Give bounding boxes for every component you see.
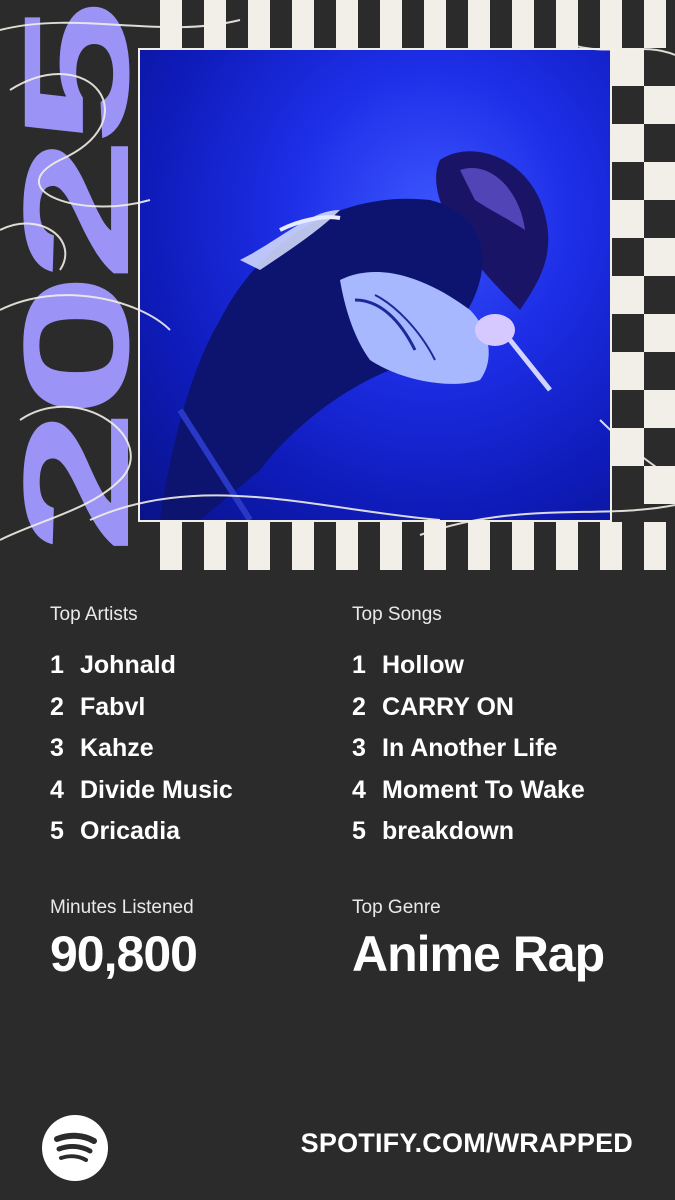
minutes-label: Minutes Listened xyxy=(50,897,194,918)
header-art: 2025 xyxy=(0,0,675,570)
top-artists-label: Top Artists xyxy=(50,604,138,625)
rank-number: 4 xyxy=(352,775,366,804)
list-item: 2 CARRY ON xyxy=(352,687,585,729)
top-songs-list: 1 Hollow 2 CARRY ON 3 In Another Life 4 Mome… xyxy=(352,645,585,853)
artist-photo xyxy=(138,48,612,522)
list-item: 3 Kahze xyxy=(50,728,233,770)
song-name: Hollow xyxy=(382,651,464,679)
wrapped-card: 2025 Top Artists 1 Johnald 2 Fabvl 3 Kah… xyxy=(0,0,675,1200)
rank-number: 2 xyxy=(50,692,64,721)
song-name: In Another Life xyxy=(382,734,558,762)
artist-name: Fabvl xyxy=(80,692,146,721)
top-songs-label: Top Songs xyxy=(352,604,442,625)
artist-name: Oricadia xyxy=(80,817,181,845)
genre-value: Anime Rap xyxy=(352,926,605,982)
song-name: breakdown xyxy=(382,817,514,845)
top-artists-column: Top Artists 1 Johnald 2 Fabvl 3 Kahze 4 Divi… xyxy=(50,603,233,853)
rank-number: 2 xyxy=(352,692,366,721)
artist-name: Johnald xyxy=(80,651,176,679)
list-item: 1 Johnald xyxy=(50,645,233,687)
year-text: 2025 xyxy=(0,5,160,555)
top-artists-list: 1 Johnald 2 Fabvl 3 Kahze 4 Divide Music 5 Or… xyxy=(50,645,233,853)
rank-number: 1 xyxy=(50,651,64,679)
top-songs-column: Top Songs 1 Hollow 2 CARRY ON 3 In Another … xyxy=(352,603,585,853)
minutes-value: 90,800 xyxy=(50,926,198,982)
genre-block: Top Genre Anime Rap xyxy=(352,896,605,984)
list-item: 5 breakdown xyxy=(352,811,585,853)
spotify-icon[interactable] xyxy=(42,1115,108,1181)
rank-number: 3 xyxy=(50,734,64,762)
song-name: Moment To Wake xyxy=(382,775,585,804)
genre-label: Top Genre xyxy=(352,897,441,918)
rank-number: 5 xyxy=(50,817,64,845)
song-name: CARRY ON xyxy=(382,692,514,721)
artist-name: Divide Music xyxy=(80,775,233,804)
list-item: 5 Oricadia xyxy=(50,811,233,853)
year-logo: 2025 xyxy=(0,0,160,570)
rank-number: 3 xyxy=(352,734,366,762)
performer-image xyxy=(160,151,552,520)
list-item: 3 In Another Life xyxy=(352,728,585,770)
minutes-block: Minutes Listened 90,800 xyxy=(50,896,198,984)
list-item: 4 Divide Music xyxy=(50,770,233,812)
rank-number: 1 xyxy=(352,651,366,679)
list-item: 1 Hollow xyxy=(352,645,585,687)
rank-number: 5 xyxy=(352,817,366,845)
wrapped-url-link[interactable]: SPOTIFY.COM/WRAPPED xyxy=(301,1128,633,1159)
artist-name: Kahze xyxy=(80,734,154,762)
list-item: 4 Moment To Wake xyxy=(352,770,585,812)
list-item: 2 Fabvl xyxy=(50,687,233,729)
rank-number: 4 xyxy=(50,775,64,804)
